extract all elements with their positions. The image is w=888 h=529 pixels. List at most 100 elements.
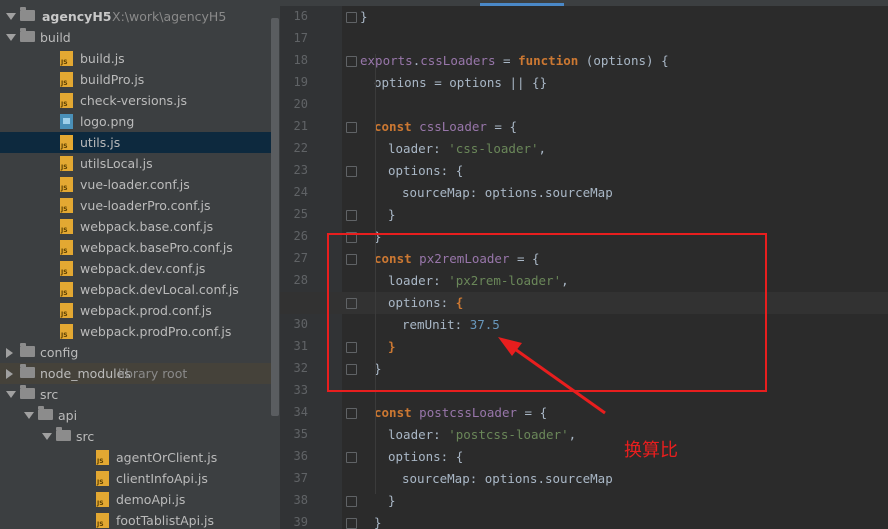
code-line[interactable]: } [374,515,382,529]
line-number: 22 [293,141,308,155]
tree-item-node-modules[interactable]: node_modules library root [0,363,271,384]
tree-item-webpack-prod-conf-js[interactable]: webpack.prod.conf.js [0,300,271,321]
line-number: 27 [293,251,308,265]
tree-item-label: clientInfoApi.js [116,471,208,486]
code-token: , [538,141,547,156]
tree-item-label: src [76,429,95,444]
tree-item-utils-js[interactable]: utils.js [0,132,271,153]
code-token: = { [517,405,548,420]
image-file-icon [60,114,73,129]
tree-item-webpack-base-conf-js[interactable]: webpack.base.conf.js [0,216,271,237]
js-file-icon [60,135,73,150]
code-token: function [518,53,579,68]
tree-item-buildpro-js[interactable]: buildPro.js [0,69,271,90]
tree-item-build-js[interactable]: build.js [0,48,271,69]
tree-item-foottablistapi-js[interactable]: footTablistApi.js [0,510,271,529]
collapse-arrow-icon[interactable] [6,391,16,398]
js-file-icon [96,513,109,528]
line-number: 20 [293,97,308,111]
code-token: exports [360,53,413,68]
code-token: const [374,405,412,420]
annotation-label: 换算比 [624,440,678,461]
tree-item-build[interactable]: build [0,27,271,48]
code-line[interactable]: options: { [388,163,463,178]
line-number: 17 [293,31,308,45]
code-line[interactable]: const cssLoader = { [374,119,517,134]
project-tree-panel: agencyH5X:\work\agencyH5 build build.js bu… [0,0,280,529]
fold-marker-icon[interactable] [346,452,357,463]
code-line[interactable]: } [388,493,396,508]
tree-item-label: build.js [80,51,125,66]
tree-item-webpack-basepro-conf-js[interactable]: webpack.basePro.conf.js [0,237,271,258]
code-line[interactable]: exports.cssLoaders = function (options) … [360,53,669,68]
line-number: 19 [293,75,308,89]
tree-item-clientinfoapi-js[interactable]: clientInfoApi.js [0,468,271,489]
collapse-arrow-icon[interactable] [42,433,52,440]
code-line[interactable]: options: { [388,449,463,464]
code-line[interactable]: const postcssLoader = { [374,405,547,420]
collapse-arrow-icon[interactable] [6,34,16,41]
fold-marker-icon[interactable] [346,56,357,67]
code-token: } [360,9,368,24]
tree-item-label: webpack.devLocal.conf.js [80,282,239,297]
code-token: postcssLoader [419,405,518,420]
code-token: options: { [388,163,464,178]
tree-item-logo-png[interactable]: logo.png [0,111,271,132]
tree-item-src[interactable]: src [0,384,271,405]
tree-item-webpack-dev-conf-js[interactable]: webpack.dev.conf.js [0,258,271,279]
expand-arrow-icon[interactable] [6,13,16,20]
line-number: 26 [293,229,308,243]
tree-item-label: demoApi.js [116,492,186,507]
tree-item-api[interactable]: api [0,405,271,426]
fold-marker-icon[interactable] [346,122,357,133]
tree-item-check-versions-js[interactable]: check-versions.js [0,90,271,111]
code-line[interactable]: } [388,207,396,222]
code-line[interactable]: } [360,9,368,24]
tree-item-webpack-devlocal-conf-js[interactable]: webpack.devLocal.conf.js [0,279,271,300]
code-token: sourceMap: options.sourceMap [402,471,613,486]
folder-icon [20,385,35,399]
code-token: options = options || {} [374,75,548,90]
code-line[interactable]: options = options || {} [374,75,547,90]
expand-arrow-icon[interactable] [6,369,13,379]
tree-scrollbar[interactable] [271,18,279,416]
code-line[interactable]: loader: 'postcss-loader', [388,427,576,442]
code-token: 'postcss-loader' [448,427,569,442]
code-token: = [495,53,519,68]
tree-item-src[interactable]: src [0,426,271,447]
fold-marker-icon[interactable] [346,166,357,177]
folder-icon [56,427,71,441]
fold-marker-icon[interactable] [346,408,357,419]
fold-marker-icon[interactable] [346,496,357,507]
code-line[interactable]: sourceMap: options.sourceMap [402,471,613,486]
tree-item-agentorclient-js[interactable]: agentOrClient.js [0,447,271,468]
fold-marker-icon[interactable] [346,518,357,529]
expand-arrow-icon[interactable] [6,348,13,358]
tree-item-label: webpack.dev.conf.js [80,261,206,276]
project-name: agencyH5 [42,9,112,24]
js-file-icon [60,261,73,276]
code-line[interactable]: sourceMap: options.sourceMap [402,185,613,200]
project-root[interactable]: agencyH5 X:\work\agencyH5 [0,6,271,27]
code-line[interactable]: loader: 'css-loader', [388,141,546,156]
code-token: cssLoader [419,119,487,134]
tree-item-demoapi-js[interactable]: demoApi.js [0,489,271,510]
fold-marker-icon[interactable] [346,210,357,221]
tree-item-webpack-prodpro-conf-js[interactable]: webpack.prodPro.conf.js [0,321,271,342]
tree-item-config[interactable]: config [0,342,271,363]
tree-item-utilslocal-js[interactable]: utilsLocal.js [0,153,271,174]
tree-item-vue-loader-conf-js[interactable]: vue-loader.conf.js [0,174,271,195]
tree-item-vue-loaderpro-conf-js[interactable]: vue-loaderPro.conf.js [0,195,271,216]
fold-marker-icon[interactable] [346,12,357,23]
code-token: } [388,493,396,508]
line-number: 37 [293,471,308,485]
tree-item-label: check-versions.js [80,93,188,108]
line-number: 31 [293,339,308,353]
js-file-icon [60,177,73,192]
collapse-arrow-icon[interactable] [24,412,34,419]
line-number: 30 [293,317,308,331]
line-number: 18 [293,53,308,67]
tree-item-label: webpack.prodPro.conf.js [80,324,232,339]
code-token: loader: [388,427,449,442]
tree-item-label: utils.js [80,135,121,150]
